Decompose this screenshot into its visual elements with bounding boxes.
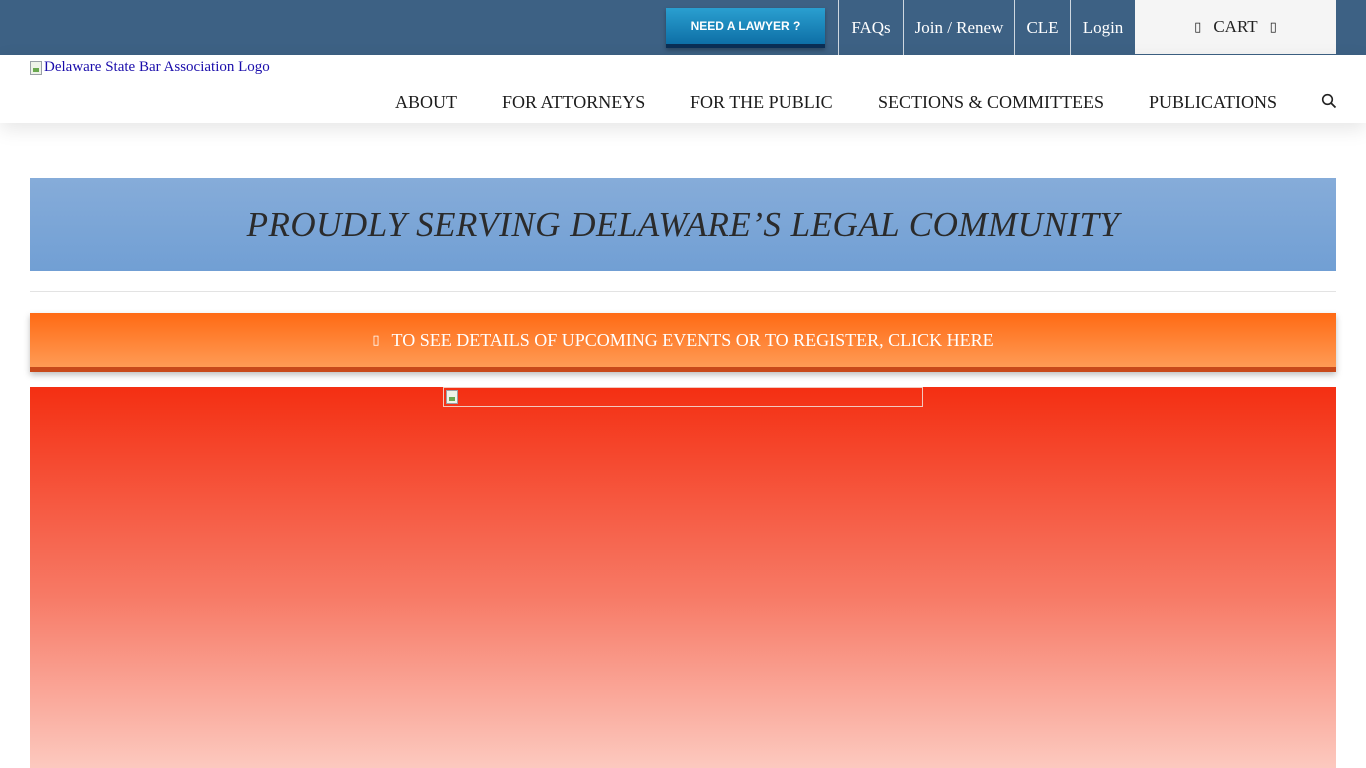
logo-alt-text: Delaware State Bar Association Logo [44, 59, 270, 75]
site-logo[interactable]: Delaware State Bar Association Logo [30, 59, 270, 76]
cart-dropdown-icon: ▯ [1269, 19, 1277, 35]
cart-icon: ▯ [1194, 19, 1202, 35]
nav-sections-committees[interactable]: SECTIONS & COMMITTEES [878, 92, 1104, 113]
tagline-text: PROUDLY SERVING DELAWARE’S LEGAL COMMUNI… [246, 204, 1120, 244]
join-renew-link[interactable]: Join / Renew [903, 0, 1014, 55]
faqs-link[interactable]: FAQs [838, 0, 903, 55]
nav-for-the-public[interactable]: FOR THE PUBLIC [690, 92, 833, 113]
hero-section [30, 387, 1336, 768]
need-a-lawyer-button[interactable]: NEED A LAWYER ? [666, 8, 825, 48]
nav-for-attorneys[interactable]: FOR ATTORNEYS [502, 92, 645, 113]
calendar-icon: ▯ [372, 332, 380, 348]
nav-about[interactable]: ABOUT [395, 92, 457, 113]
cart-button[interactable]: ▯ CART ▯ [1135, 0, 1336, 54]
search-icon[interactable] [1321, 93, 1337, 109]
tagline-banner: PROUDLY SERVING DELAWARE’S LEGAL COMMUNI… [30, 178, 1336, 271]
cart-label: CART [1213, 17, 1258, 36]
upcoming-events-button[interactable]: ▯ TO SEE DETAILS OF UPCOMING EVENTS OR T… [30, 313, 1336, 372]
nav-publications[interactable]: PUBLICATIONS [1149, 92, 1277, 113]
login-link[interactable]: Login [1070, 0, 1135, 55]
broken-image-icon [30, 60, 42, 75]
upcoming-events-label: TO SEE DETAILS OF UPCOMING EVENTS OR TO … [391, 329, 994, 350]
section-divider [30, 291, 1336, 292]
cle-link[interactable]: CLE [1014, 0, 1070, 55]
broken-image-icon [446, 390, 458, 404]
main-header: Delaware State Bar Association Logo ABOU… [0, 55, 1366, 123]
hero-image [443, 387, 923, 407]
top-utility-bar: NEED A LAWYER ? FAQs Join / Renew CLE Lo… [0, 0, 1366, 55]
